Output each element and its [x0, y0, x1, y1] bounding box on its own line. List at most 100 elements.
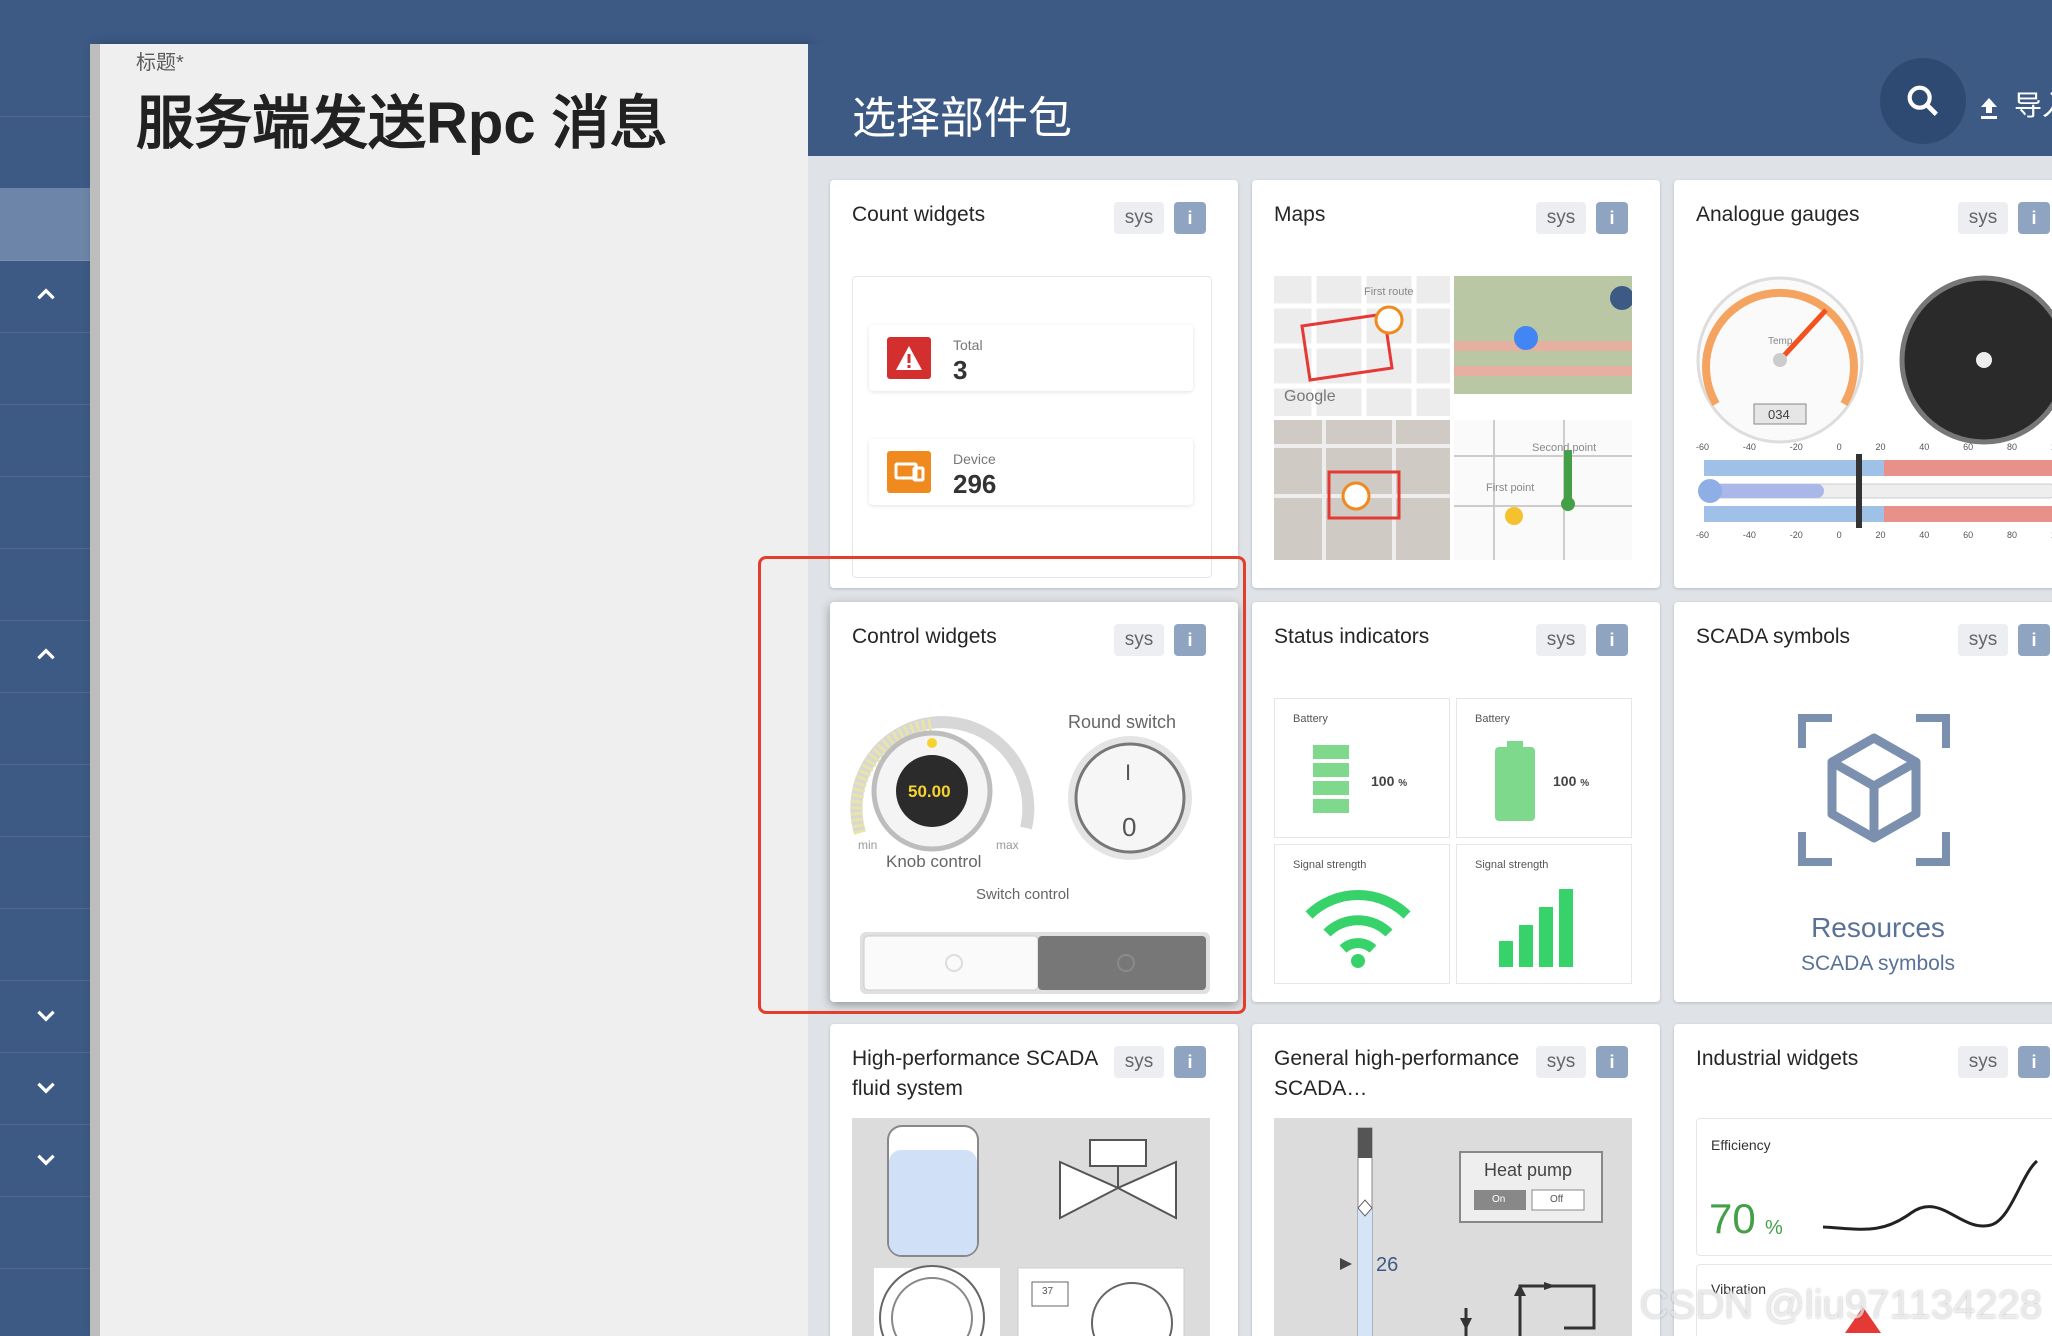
bundle-card-general-hp-scada[interactable]: General high-performance SCADA… sys i He… — [1252, 1024, 1660, 1336]
rail-row-expand[interactable] — [0, 1124, 90, 1197]
devices-icon — [887, 451, 931, 493]
search-button[interactable] — [1880, 58, 1966, 144]
efficiency-unit: % — [1765, 1217, 1783, 1239]
chevron-down-icon[interactable] — [33, 1002, 59, 1028]
panel-header: 选择部件包 导入 — [808, 44, 2052, 156]
rail-row[interactable] — [0, 476, 90, 549]
gauges-thumbnail — [1696, 275, 2052, 528]
card-title: Industrial widgets — [1696, 1047, 1859, 1070]
chevron-up-icon[interactable] — [33, 642, 59, 668]
info-button[interactable]: i — [1174, 202, 1206, 234]
resources-cube-icon — [1798, 714, 1950, 866]
panel-title: 选择部件包 — [852, 94, 1072, 143]
sys-badge: sys — [1114, 202, 1164, 234]
info-button[interactable]: i — [1596, 624, 1628, 656]
rail-row[interactable] — [0, 44, 90, 117]
rail-row[interactable] — [0, 764, 90, 837]
rail-row[interactable] — [0, 836, 90, 909]
info-button[interactable]: i — [1596, 202, 1628, 234]
count-total-label: Total — [953, 337, 983, 353]
heat-pump-off: Off — [1550, 1194, 1564, 1205]
chevron-down-icon[interactable] — [33, 1074, 59, 1100]
count-device-value: 296 — [953, 469, 997, 499]
bundle-card-count-widgets[interactable]: Count widgets sys i Total 3 Device 296 — [830, 180, 1238, 588]
card-title: SCADA symbols — [1696, 625, 1851, 648]
bundle-card-analogue-gauges[interactable]: Analogue gauges sys i Temp 034 -60 -40 -… — [1674, 180, 2052, 588]
signal-bars-icon — [1499, 889, 1573, 967]
efficiency-value: 70 — [1709, 1195, 1756, 1242]
map-first-point-label: First point — [1486, 482, 1535, 494]
sys-badge: sys — [1958, 202, 2008, 234]
count-device-label: Device — [953, 451, 996, 467]
status-preview: Battery 100 % Battery 100 % Signal stren… — [1274, 698, 1632, 988]
alarm-icon — [887, 337, 931, 379]
rail-row[interactable] — [0, 548, 90, 621]
general-scada-preview: Heat pump On Off 26 — [1274, 1118, 1632, 1336]
sys-badge: sys — [1958, 624, 2008, 656]
count-preview: Total 3 Device 296 — [852, 276, 1212, 578]
card-title: General high-performance SCADA… — [1274, 1047, 1520, 1100]
signal-tile: Signal strength — [1274, 844, 1450, 984]
fluid-stepper-value: 37 — [1042, 1286, 1054, 1297]
rail-row[interactable] — [0, 1196, 90, 1269]
battery-tile: Battery 100 % — [1456, 698, 1632, 838]
gauge-scale-bottom: -60-40-20020406080100 — [1696, 530, 2052, 540]
card-title: Status indicators — [1274, 625, 1430, 648]
resources-subtitle: SCADA symbols — [1800, 952, 1956, 975]
level-value: 26 — [1376, 1254, 1399, 1276]
sys-badge: sys — [1536, 202, 1586, 234]
count-tile-device: Device 296 — [869, 439, 1193, 505]
info-button[interactable]: i — [1174, 1046, 1206, 1078]
panel-edge — [90, 44, 100, 1336]
map-route-label: First route — [1364, 286, 1414, 298]
info-button[interactable]: i — [2018, 1046, 2050, 1078]
card-title: Count widgets — [852, 203, 986, 226]
info-button[interactable]: i — [1596, 1046, 1628, 1078]
rail-row[interactable] — [0, 908, 90, 981]
map-google-label: Google — [1284, 388, 1336, 405]
rail-row-expand[interactable] — [0, 980, 90, 1053]
info-button[interactable]: i — [2018, 624, 2050, 656]
import-button[interactable]: 导入 — [1978, 84, 2052, 124]
wifi-icon — [1305, 889, 1411, 968]
highlight-box — [758, 556, 1246, 1014]
efficiency-sparkline — [1822, 1159, 2039, 1231]
rail-row[interactable] — [0, 692, 90, 765]
card-title: High-performance SCADA fluid system — [852, 1047, 1098, 1100]
efficiency-label: Efficiency — [1711, 1137, 1771, 1153]
maps-thumbnail — [1274, 276, 1634, 560]
rail-row-collapse[interactable] — [0, 620, 90, 693]
rail-row-collapse[interactable] — [0, 260, 90, 333]
gauge-temp-label: Temp — [1768, 336, 1793, 347]
watermark: CSDN @liu971134228 — [1639, 1283, 2042, 1327]
bundle-card-scada-symbols[interactable]: SCADA symbols sys i Resources SCADA symb… — [1674, 602, 2052, 1002]
chevron-up-icon[interactable] — [33, 282, 59, 308]
card-title: Maps — [1274, 203, 1326, 226]
fluid-thumbnail — [874, 1125, 1185, 1336]
sys-badge: sys — [1958, 1046, 2008, 1078]
rail-row-selected[interactable] — [0, 188, 90, 261]
bundle-card-hp-scada-fluid[interactable]: High-performance SCADA fluid system sys … — [830, 1024, 1238, 1336]
title-field-value[interactable]: 服务端发送Rpc 消息 — [136, 76, 668, 160]
chevron-down-icon[interactable] — [33, 1146, 59, 1172]
rail-row[interactable] — [0, 116, 90, 189]
search-icon — [1907, 85, 1938, 116]
info-button[interactable]: i — [2018, 202, 2050, 234]
bundle-card-maps[interactable]: Maps sys i First route Google Second poi… — [1252, 180, 1660, 588]
rail-row-expand[interactable] — [0, 1052, 90, 1125]
card-title: Analogue gauges — [1696, 203, 1860, 226]
upload-icon — [1981, 97, 1997, 119]
left-rail — [0, 44, 90, 1336]
bundle-card-status-indicators[interactable]: Status indicators sys i Battery 100 % Ba… — [1252, 602, 1660, 1002]
maps-preview: First route Google Second point First po… — [1274, 276, 1634, 560]
resources-title: Resources — [1811, 912, 1945, 943]
title-field-label: 标题* — [136, 52, 184, 74]
rail-row[interactable] — [0, 404, 90, 477]
gauge-scale-top: -60-40-20020406080100 — [1696, 442, 2052, 452]
sys-badge: sys — [1536, 1046, 1586, 1078]
battery-segments-icon — [1313, 745, 1349, 813]
rail-row[interactable] — [0, 332, 90, 405]
import-label: 导入 — [2014, 90, 2052, 121]
sys-badge: sys — [1536, 624, 1586, 656]
gauge-digital-readout: 034 — [1768, 407, 1790, 422]
